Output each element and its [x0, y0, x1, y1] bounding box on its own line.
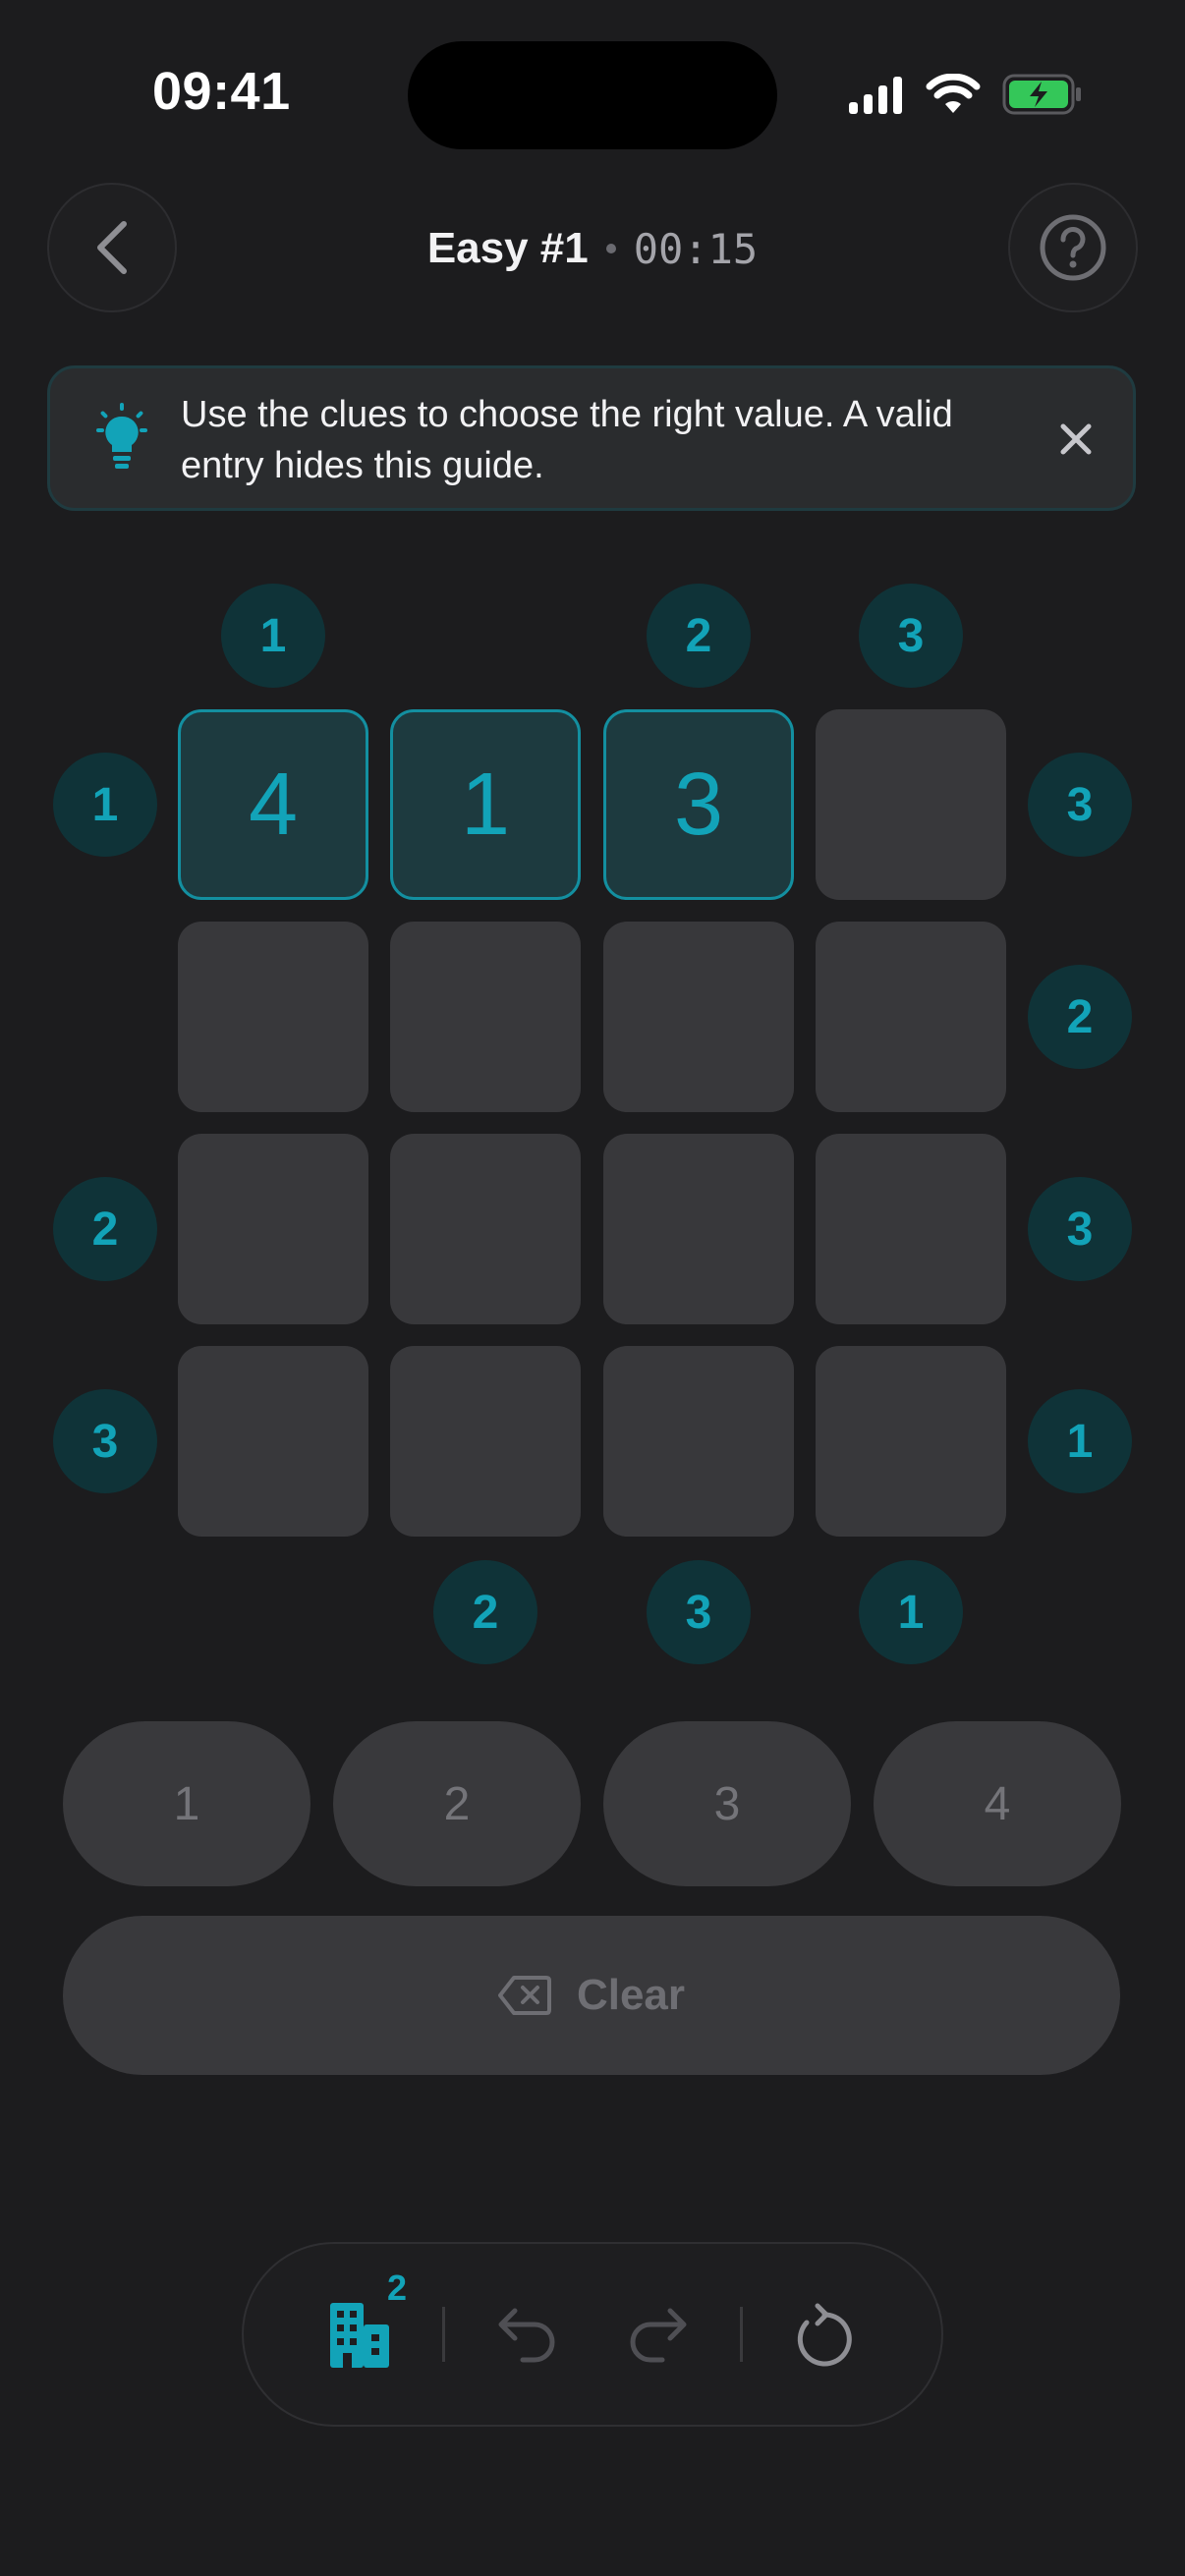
status-icons	[847, 71, 1083, 118]
grid-cell-r3c4[interactable]	[816, 1134, 1006, 1324]
clue-right-1: 3	[1028, 753, 1132, 857]
grid-cell-r2c2[interactable]	[390, 922, 581, 1112]
clear-button[interactable]: Clear	[63, 1916, 1120, 2075]
toolbar-divider	[442, 2307, 445, 2362]
grid-cell-r2c4[interactable]	[816, 922, 1006, 1112]
grid-cell-r4c1[interactable]	[178, 1346, 368, 1537]
clue-left-3: 2	[53, 1177, 157, 1281]
signal-icon	[849, 77, 902, 114]
grid-cell-r4c2[interactable]	[390, 1346, 581, 1537]
grid-cell-r1c2[interactable]: 1	[390, 709, 581, 900]
grid-cell-r1c3[interactable]: 3	[603, 709, 794, 900]
help-icon	[1040, 214, 1106, 281]
grid-cell-r4c3[interactable]	[603, 1346, 794, 1537]
close-icon	[1060, 423, 1092, 455]
page-title: Easy #1 00:15	[295, 216, 890, 281]
puzzle-title: Easy #1	[426, 224, 589, 272]
number-button-1[interactable]: 1	[63, 1721, 310, 1886]
title-separator	[605, 244, 616, 253]
grid-cell-r1c4[interactable]	[816, 709, 1006, 900]
clue-right-4: 1	[1028, 1389, 1132, 1493]
timer: 00:15	[633, 224, 759, 273]
help-button[interactable]	[1008, 183, 1138, 312]
status-time: 09:41	[152, 62, 291, 121]
back-icon	[97, 221, 127, 274]
number-button-3[interactable]: 3	[603, 1721, 851, 1886]
clue-bottom-4: 1	[859, 1560, 963, 1664]
number-button-2[interactable]: 2	[333, 1721, 581, 1886]
clue-left-1: 1	[53, 753, 157, 857]
grid-cell-r3c2[interactable]	[390, 1134, 581, 1324]
clue-top-3: 2	[647, 584, 751, 688]
restart-icon[interactable]	[794, 2303, 855, 2368]
wifi-icon	[926, 74, 981, 113]
lightbulb-icon	[96, 403, 147, 469]
delete-icon	[497, 1976, 551, 2015]
toolbar-divider	[740, 2307, 743, 2362]
building-count-badge: 2	[387, 2268, 408, 2308]
grid-cell-r3c1[interactable]	[178, 1134, 368, 1324]
clue-right-3: 3	[1028, 1177, 1132, 1281]
grid-cell-r1c1[interactable]: 4	[178, 709, 368, 900]
grid-cell-r4c4[interactable]	[816, 1346, 1006, 1537]
grid-cell-r2c1[interactable]	[178, 922, 368, 1112]
clue-left-4: 3	[53, 1389, 157, 1493]
clue-top-4: 3	[859, 584, 963, 688]
number-button-4[interactable]: 4	[874, 1721, 1121, 1886]
clue-bottom-3: 3	[647, 1560, 751, 1664]
undo-icon[interactable]	[497, 2307, 558, 2364]
clear-label: Clear	[576, 1971, 686, 2019]
dynamic-island	[408, 41, 777, 149]
clue-bottom-2: 2	[433, 1560, 537, 1664]
back-button[interactable]	[47, 183, 177, 312]
building-icon[interactable]	[328, 2301, 391, 2370]
close-hint-button[interactable]	[1053, 417, 1099, 462]
clue-right-2: 2	[1028, 965, 1132, 1069]
hint-text: Use the clues to choose the right value.…	[181, 394, 953, 486]
grid-cell-r2c3[interactable]	[603, 922, 794, 1112]
clue-top-1: 1	[221, 584, 325, 688]
grid-cell-r3c3[interactable]	[603, 1134, 794, 1324]
redo-icon[interactable]	[627, 2307, 688, 2364]
battery-icon	[1002, 74, 1081, 115]
